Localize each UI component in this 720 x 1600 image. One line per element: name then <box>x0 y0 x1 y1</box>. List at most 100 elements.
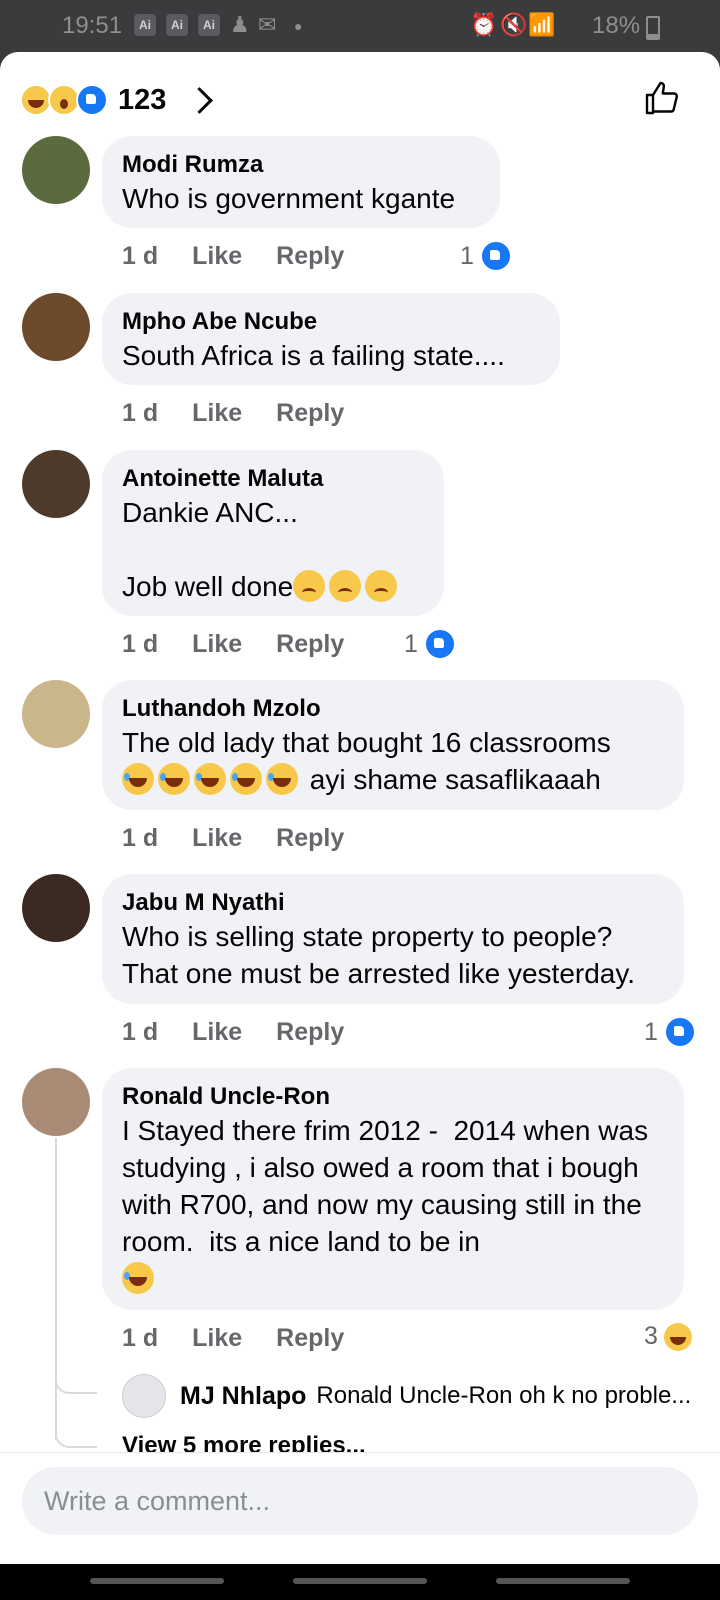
comment-author[interactable]: Luthandoh Mzolo <box>122 694 664 724</box>
avatar[interactable] <box>22 136 90 204</box>
comment-text: Who is government kgante <box>122 183 456 214</box>
gmail-icon: ✉ <box>258 12 277 37</box>
like-icon <box>663 1016 696 1048</box>
dot-icon: ● <box>294 18 303 34</box>
alarm-icon: ⏰ <box>470 12 498 37</box>
crying-emoji-icon <box>329 570 362 602</box>
comment-actions: 1 d Like Reply <box>122 399 378 428</box>
comment-actions: 1 d Like Reply <box>122 630 378 659</box>
wifi-icon: 📶 <box>528 12 556 37</box>
comment-author[interactable]: Jabu M Nyathi <box>122 888 664 918</box>
ai-badge-icon: Ai <box>134 14 156 36</box>
comment-bubble[interactable]: Antoinette Maluta Dankie ANC... Job well… <box>102 450 444 616</box>
like-icon <box>479 240 512 272</box>
like-button[interactable]: Like <box>192 242 242 271</box>
comment-time[interactable]: 1 d <box>122 242 158 271</box>
reaction-number: 1 <box>404 629 418 658</box>
comments-sheet: 123 Modi Rumza Who is government kgante … <box>0 52 720 1564</box>
avatar[interactable] <box>22 680 90 748</box>
laughing-emoji-icon <box>194 763 226 795</box>
comment-time[interactable]: 1 d <box>122 630 158 659</box>
ai-badge-icon: Ai <box>198 14 220 36</box>
laughing-emoji-icon <box>158 763 190 795</box>
comment-text-line1: Dankie ANC... <box>122 497 298 528</box>
comment-author[interactable]: Antoinette Maluta <box>122 464 424 494</box>
comment-text: Job well done <box>122 571 294 602</box>
reply-preview[interactable]: MJ Nhlapo Ronald Uncle-Ron oh k no probl… <box>122 1374 691 1418</box>
reaction-count: 123 <box>118 83 167 116</box>
comment-reactions[interactable]: 1 <box>644 1016 696 1048</box>
reply-button[interactable]: Reply <box>276 824 344 853</box>
like-icon <box>423 628 456 660</box>
comment-text-line1: The old lady that bought 16 classrooms <box>122 727 611 758</box>
like-button[interactable]: Like <box>192 1018 242 1047</box>
reply-text: Ronald Uncle-Ron oh k no proble... <box>316 1382 692 1409</box>
like-button[interactable]: Like <box>192 824 242 853</box>
crying-emoji-icon <box>293 570 326 602</box>
comment-bubble[interactable]: Mpho Abe Ncube South Africa is a failing… <box>102 293 560 385</box>
comment-emoji-line <box>122 1260 664 1297</box>
notification-icon: ♟ <box>230 12 250 37</box>
comment-time[interactable]: 1 d <box>122 1018 158 1047</box>
reply-button[interactable]: Reply <box>276 242 344 271</box>
comment-actions: 1 d Like Reply <box>122 1324 378 1353</box>
reply-button[interactable]: Reply <box>276 1324 344 1353</box>
comment-text: ayi shame sasaflikaaah <box>302 764 601 795</box>
system-nav-bar <box>0 1564 720 1600</box>
comment-bubble[interactable]: Ronald Uncle-Ron I Stayed there frim 201… <box>102 1068 684 1310</box>
comment-input[interactable] <box>22 1467 698 1535</box>
comment-time[interactable]: 1 d <box>122 1324 158 1353</box>
nav-home-button[interactable] <box>293 1578 427 1584</box>
reply-button[interactable]: Reply <box>276 1018 344 1047</box>
like-icon <box>76 84 108 116</box>
avatar[interactable] <box>22 1068 90 1136</box>
comment-time[interactable]: 1 d <box>122 399 158 428</box>
nav-back-button[interactable] <box>496 1578 630 1584</box>
mute-icon: 🔇 <box>500 12 528 37</box>
haha-icon <box>663 1322 692 1351</box>
comment-time[interactable]: 1 d <box>122 824 158 853</box>
comment-text: South Africa is a failing state.... <box>122 340 505 371</box>
like-button[interactable]: Like <box>192 399 242 428</box>
battery-percent: 18% <box>592 12 641 39</box>
comment-author[interactable]: Modi Rumza <box>122 150 480 180</box>
battery-icon <box>646 16 660 40</box>
avatar[interactable] <box>22 450 90 518</box>
avatar[interactable] <box>22 874 90 942</box>
comment-bubble[interactable]: Luthandoh Mzolo The old lady that bought… <box>102 680 684 810</box>
reactions-summary[interactable]: 123 <box>20 78 214 122</box>
like-button[interactable]: Like <box>192 1324 242 1353</box>
reaction-number: 1 <box>644 1017 658 1046</box>
comment-text: I Stayed there frim 2012 - 2014 when was… <box>122 1115 656 1257</box>
laughing-emoji-icon <box>266 763 298 795</box>
reply-button[interactable]: Reply <box>276 399 344 428</box>
comment-text-line2: Job well done <box>122 568 424 605</box>
nav-recents-button[interactable] <box>90 1578 224 1584</box>
avatar[interactable] <box>122 1374 166 1418</box>
comment-reactions[interactable]: 1 <box>404 628 456 660</box>
chevron-right-icon <box>186 86 214 114</box>
comment-reactions[interactable]: 3 <box>644 1322 692 1351</box>
thread-line <box>55 1138 57 1440</box>
like-button[interactable]: Like <box>192 630 242 659</box>
comment-bubble[interactable]: Jabu M Nyathi Who is selling state prope… <box>102 874 684 1004</box>
like-outline-icon[interactable] <box>644 80 680 116</box>
crying-emoji-icon <box>365 570 398 602</box>
comment-text: Who is selling state property to people?… <box>122 921 636 989</box>
laughing-emoji-icon <box>122 763 154 795</box>
reaction-number: 3 <box>644 1322 658 1350</box>
comment-bubble[interactable]: Modi Rumza Who is government kgante <box>102 136 500 228</box>
reply-button[interactable]: Reply <box>276 630 344 659</box>
status-bar: 19:51 Ai Ai Ai ♟ ✉ ● ⏰ 🔇 📶 18% <box>0 0 720 52</box>
status-time: 19:51 <box>62 12 123 39</box>
avatar[interactable] <box>22 293 90 361</box>
comment-actions: 1 d Like Reply <box>122 1018 378 1047</box>
thread-branch <box>55 1372 97 1394</box>
comment-reactions[interactable]: 1 <box>460 240 512 272</box>
comment-author[interactable]: Mpho Abe Ncube <box>122 307 540 337</box>
comment-actions: 1 d Like Reply <box>122 824 378 853</box>
reply-author[interactable]: MJ Nhlapo <box>180 1382 306 1411</box>
comment-author[interactable]: Ronald Uncle-Ron <box>122 1082 664 1112</box>
reaction-number: 1 <box>460 241 474 270</box>
rofl-emoji-icon <box>122 1262 154 1294</box>
